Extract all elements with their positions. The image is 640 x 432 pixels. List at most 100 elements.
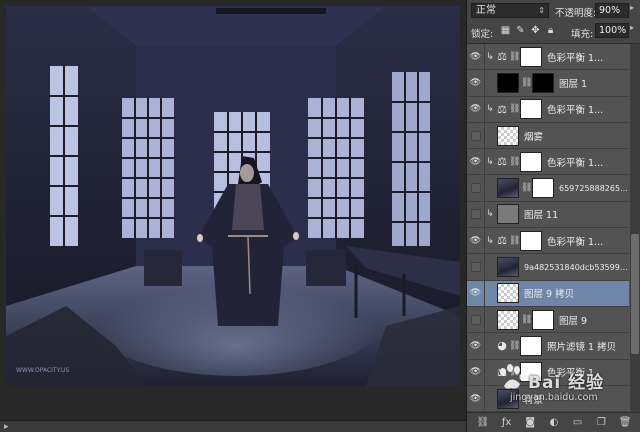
layer-row[interactable]: ⛓ 659725888265...: [467, 175, 629, 202]
link-layers-icon[interactable]: ⛓: [476, 417, 490, 428]
layer-thumbnail[interactable]: [520, 151, 542, 172]
visibility-off-box[interactable]: [467, 175, 485, 201]
layer-mask-thumbnail[interactable]: [532, 309, 554, 330]
layer-name[interactable]: 色彩平衡 1: [544, 365, 629, 379]
lock-label: 锁定:: [471, 29, 494, 40]
layer-row[interactable]: 👁︎ ⛓ 图层 1: [467, 70, 629, 97]
layer-thumbnail[interactable]: [497, 125, 519, 146]
layer-row[interactable]: ↳ 图层 11: [467, 201, 629, 229]
link-chain-icon[interactable]: ⛓: [521, 315, 532, 325]
opacity-dropdown-icon[interactable]: ▸: [630, 3, 634, 12]
layer-row[interactable]: 👁︎ 图层 9 拷贝: [467, 280, 629, 307]
layer-name[interactable]: 色彩平衡 1...: [544, 155, 629, 169]
link-chain-icon[interactable]: ⛓: [509, 157, 520, 167]
eye-icon[interactable]: 👁︎: [467, 96, 485, 122]
new-layer-icon[interactable]: ❐: [594, 417, 608, 428]
layer-mask-thumbnail[interactable]: [532, 178, 554, 199]
lock-pixels-icon[interactable]: ✎: [514, 24, 527, 37]
eye-icon[interactable]: 👁︎: [467, 333, 485, 359]
eye-icon[interactable]: 👁︎: [467, 385, 485, 412]
eye-icon[interactable]: 👁︎: [467, 228, 485, 254]
eye-icon[interactable]: 👁︎: [467, 359, 485, 385]
visibility-off-box[interactable]: [467, 122, 485, 149]
layer-name[interactable]: 色彩平衡 1...: [544, 50, 629, 64]
link-chain-icon[interactable]: ⛓: [521, 183, 532, 193]
clipping-arrow-icon: ↳: [486, 209, 494, 220]
layer-row[interactable]: 👁︎ 背景: [467, 385, 629, 412]
layer-thumbnail[interactable]: [520, 362, 542, 383]
link-chain-icon[interactable]: ⛓: [509, 104, 520, 114]
link-chain-icon[interactable]: ⛓: [509, 236, 520, 246]
blend-mode-select[interactable]: 正常 ⇕: [471, 3, 549, 18]
layer-thumbnail[interactable]: [520, 335, 542, 356]
color-balance-icon[interactable]: ⚖: [495, 155, 509, 168]
window-right: [308, 98, 364, 238]
adjustment-layer-icon[interactable]: ◐: [547, 417, 561, 428]
layer-row[interactable]: 9a482531840dcb535990...: [467, 254, 629, 281]
photoshop-window: WWW.OPACITY.US ▸ 正常 ⇕ 不透明度: 90% ▸ 锁定: ▦ …: [0, 0, 640, 432]
layer-thumbnail[interactable]: [497, 204, 519, 225]
layer-name[interactable]: 色彩平衡 1...: [544, 102, 629, 116]
add-mask-icon[interactable]: ◙: [523, 417, 537, 428]
layer-thumbnail[interactable]: [497, 257, 519, 278]
link-chain-icon[interactable]: ⛓: [509, 341, 520, 351]
layer-thumbnail[interactable]: [497, 388, 519, 409]
chevron-down-icon: ⇕: [538, 6, 545, 15]
link-chain-icon[interactable]: ⛓: [509, 52, 520, 62]
canvas-scroll-arrow[interactable]: ▸: [4, 421, 9, 432]
fill-dropdown-icon[interactable]: ▸: [630, 23, 634, 32]
layer-row[interactable]: 👁︎ ↳ ⚖ ⛓ 色彩平衡 1...: [467, 149, 629, 176]
eye-icon[interactable]: 👁︎: [467, 70, 485, 96]
color-balance-icon[interactable]: ⚖: [495, 50, 509, 63]
layer-thumbnail[interactable]: [497, 283, 519, 304]
layer-thumbnail[interactable]: [520, 99, 542, 120]
layer-style-icon[interactable]: ƒx: [500, 417, 514, 428]
color-balance-icon[interactable]: ⚖: [495, 366, 509, 379]
fill-input[interactable]: 100%: [595, 23, 629, 38]
layer-name[interactable]: 照片滤镜 1 拷贝: [544, 339, 629, 353]
layers-scroll-thumb[interactable]: [631, 234, 639, 354]
layer-name[interactable]: 图层 11: [521, 207, 629, 221]
layer-name[interactable]: 图层 9 拷贝: [521, 286, 629, 300]
lock-transparency-icon[interactable]: ▦: [499, 24, 512, 37]
layer-name[interactable]: 9a482531840dcb535990...: [521, 263, 629, 272]
opacity-input[interactable]: 90%: [595, 3, 629, 18]
color-balance-icon[interactable]: ⚖: [495, 234, 509, 247]
photo-filter-icon[interactable]: ◕: [495, 339, 509, 352]
layer-name[interactable]: 659725888265...: [556, 184, 629, 193]
layer-row[interactable]: 👁︎ ↳ ⚖ ⛓ 色彩平衡 1...: [467, 96, 629, 123]
layer-row[interactable]: 👁︎ ⚖ ⛓ 色彩平衡 1: [467, 359, 629, 386]
layer-name[interactable]: 图层 1: [556, 76, 629, 90]
layer-thumbnail[interactable]: [497, 72, 519, 93]
layer-name[interactable]: 烟雾: [521, 129, 629, 143]
eye-icon[interactable]: 👁︎: [467, 149, 485, 175]
layer-row[interactable]: 烟雾: [467, 122, 629, 150]
layer-row[interactable]: 👁︎ ↳ ⚖ ⛓ 色彩平衡 1...: [467, 228, 629, 255]
layer-row[interactable]: ⛓ 图层 9: [467, 306, 629, 334]
visibility-off-box[interactable]: [467, 201, 485, 228]
eye-icon[interactable]: 👁︎: [467, 280, 485, 306]
color-balance-icon[interactable]: ⚖: [495, 103, 509, 116]
artwork-canvas[interactable]: WWW.OPACITY.US: [6, 6, 460, 386]
layer-thumbnail[interactable]: [520, 230, 542, 251]
layer-mask-thumbnail[interactable]: [532, 72, 554, 93]
delete-layer-icon[interactable]: 🗑︎: [618, 417, 632, 428]
eye-icon[interactable]: 👁︎: [467, 44, 485, 70]
layer-thumbnail[interactable]: [497, 178, 519, 199]
layer-thumbnail[interactable]: [497, 309, 519, 330]
lock-all-icon[interactable]: 🔒︎: [544, 24, 557, 37]
layer-thumbnail[interactable]: [520, 46, 542, 67]
lock-position-icon[interactable]: ✥: [529, 24, 542, 37]
clipping-arrow-icon: ↳: [486, 51, 494, 62]
layers-scrollbar[interactable]: [630, 44, 640, 412]
layer-name[interactable]: 图层 9: [556, 313, 629, 327]
layer-row[interactable]: 👁︎ ◕ ⛓ 照片滤镜 1 拷贝: [467, 333, 629, 360]
layer-name[interactable]: 色彩平衡 1...: [544, 234, 629, 248]
layer-name[interactable]: 背景: [521, 392, 629, 406]
link-chain-icon[interactable]: ⛓: [509, 367, 520, 377]
link-chain-icon[interactable]: ⛓: [521, 78, 532, 88]
visibility-off-box[interactable]: [467, 306, 485, 333]
visibility-off-box[interactable]: [467, 254, 485, 280]
layer-row[interactable]: 👁︎ ↳ ⚖ ⛓ 色彩平衡 1...: [467, 44, 629, 71]
new-group-icon[interactable]: ▭: [571, 417, 585, 428]
